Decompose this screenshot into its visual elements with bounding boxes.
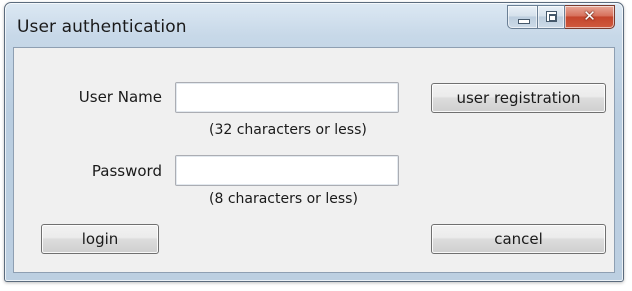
username-input[interactable]	[175, 82, 399, 113]
cancel-button[interactable]: cancel	[431, 224, 606, 254]
close-button[interactable]: ✕	[565, 5, 615, 29]
close-icon: ✕	[583, 7, 596, 25]
user-registration-button[interactable]: user registration	[431, 83, 606, 113]
login-button[interactable]: login	[41, 224, 159, 254]
username-hint: (32 characters or less)	[209, 122, 367, 138]
password-label: Password	[91, 162, 162, 180]
dialog-client-area: User Name (32 characters or less) user r…	[13, 47, 615, 273]
minimize-button[interactable]	[507, 5, 537, 29]
window-title: User authentication	[17, 17, 187, 37]
password-input[interactable]	[175, 155, 399, 186]
title-bar[interactable]: User authentication ✕	[5, 3, 623, 47]
caption-buttons: ✕	[507, 5, 615, 31]
username-label: User Name	[78, 88, 162, 106]
auth-dialog-window: User authentication ✕ User Name (32 char…	[4, 2, 624, 282]
minimize-icon	[518, 19, 530, 24]
password-hint: (8 characters or less)	[209, 191, 358, 207]
maximize-button[interactable]	[537, 5, 565, 29]
maximize-icon	[546, 11, 557, 22]
